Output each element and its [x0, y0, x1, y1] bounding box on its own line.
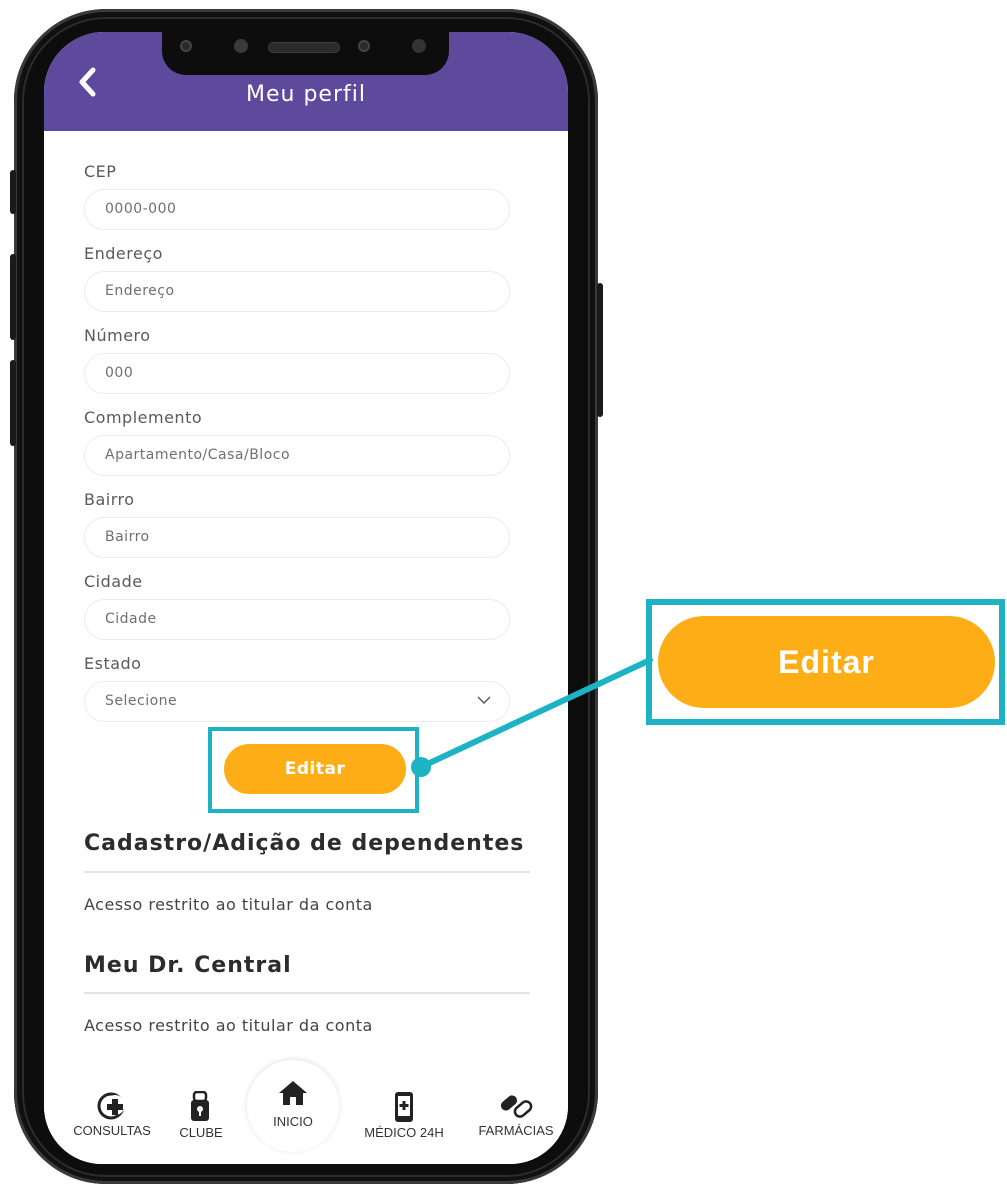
callout-connector — [411, 657, 653, 777]
edit-button-zoomed: Editar — [658, 616, 995, 708]
